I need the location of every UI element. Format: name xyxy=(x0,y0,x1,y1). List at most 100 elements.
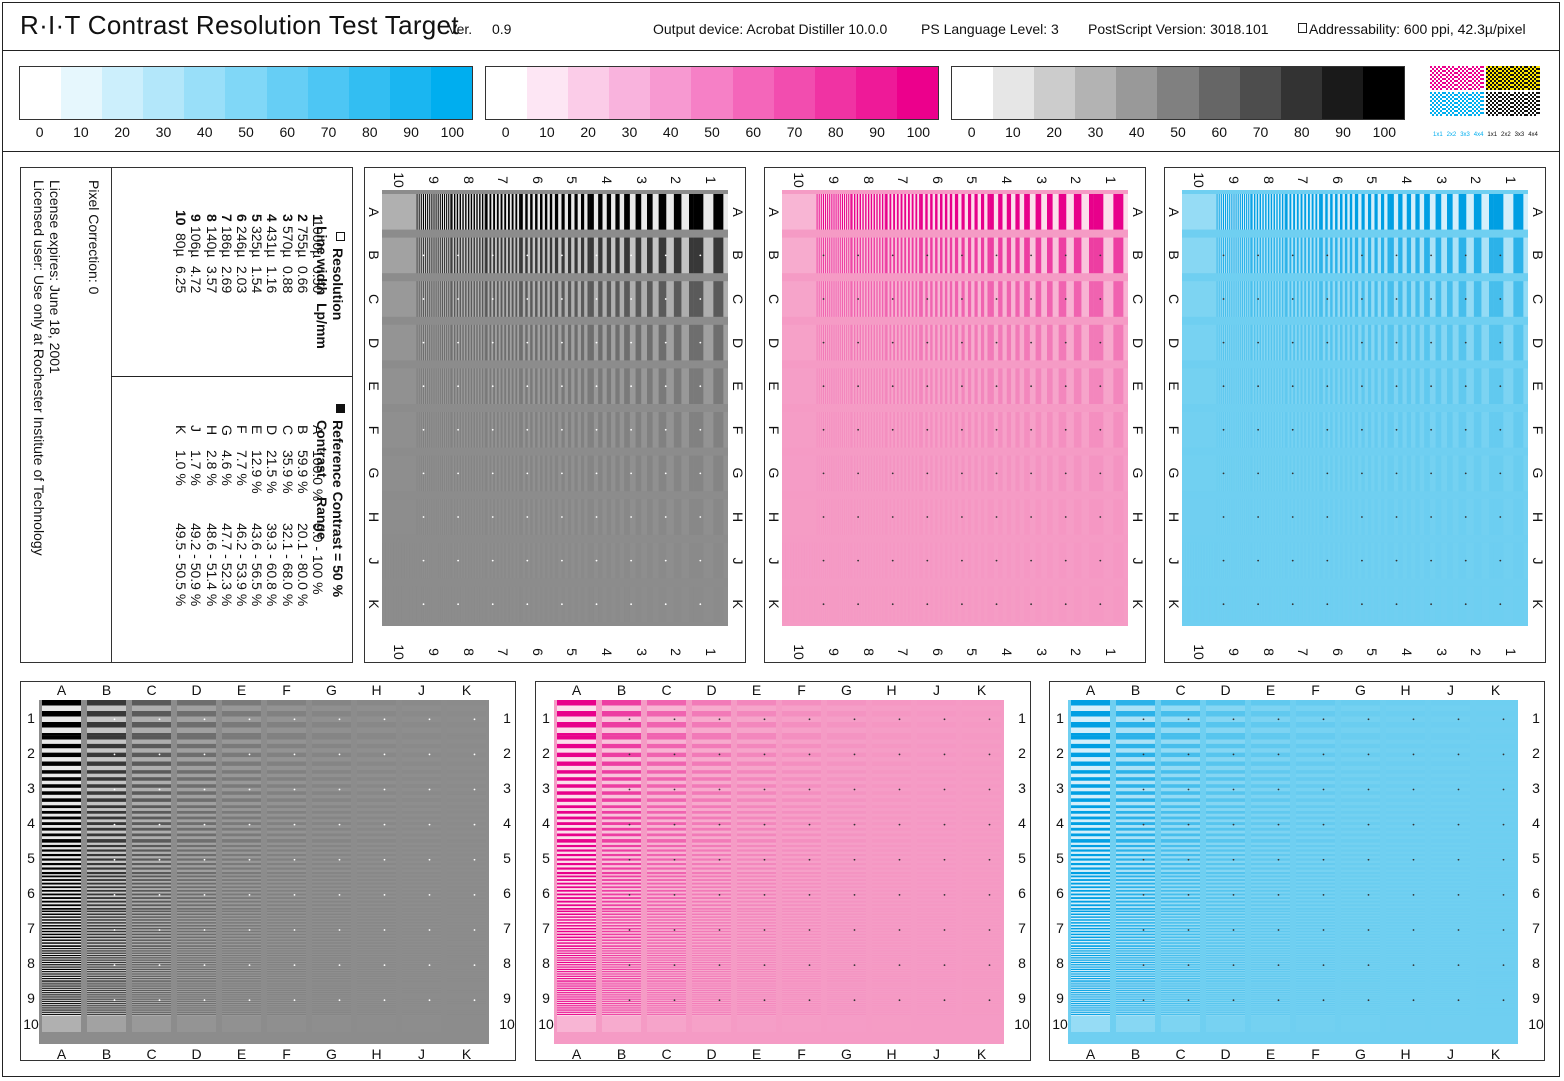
bar xyxy=(436,368,438,404)
bar xyxy=(571,586,575,622)
row-label: F xyxy=(366,425,382,435)
resolution-row-lpmm: 2.69 xyxy=(218,266,235,294)
bar xyxy=(465,586,467,622)
bar xyxy=(615,194,620,230)
bar-group xyxy=(955,499,990,535)
bar xyxy=(800,586,802,622)
row-label: G xyxy=(730,467,746,479)
bar xyxy=(820,586,822,622)
bar xyxy=(935,542,938,579)
bar xyxy=(484,499,486,535)
pixel-patch-cell xyxy=(1430,74,1432,76)
bar xyxy=(833,237,835,274)
bar xyxy=(859,324,861,361)
bar xyxy=(487,281,490,317)
pixel-patch-cell xyxy=(1436,76,1438,78)
bar xyxy=(1002,324,1007,361)
pixel-patch-cell xyxy=(1520,66,1522,68)
bar xyxy=(647,412,653,448)
pixel-patch-cell xyxy=(1526,114,1528,116)
pixel-patch-cell xyxy=(1456,74,1458,76)
cyan-tone-label: 100 xyxy=(440,124,465,140)
bar xyxy=(703,194,714,230)
pixel-patch-cell xyxy=(1538,76,1540,78)
bar xyxy=(862,237,864,274)
bar xyxy=(913,368,916,404)
bar xyxy=(455,194,457,230)
pixel-patch-cell xyxy=(1532,92,1534,94)
bar xyxy=(571,194,575,230)
bar xyxy=(420,455,422,492)
bar xyxy=(465,455,467,492)
bar xyxy=(511,281,514,317)
pixel-patch-cell xyxy=(1502,114,1504,116)
pixel-patch-cell xyxy=(1490,96,1492,98)
pixel-patch-cell xyxy=(1466,88,1468,90)
bar xyxy=(1103,499,1114,535)
pixel-patch-cell xyxy=(1444,100,1446,102)
bar xyxy=(829,455,831,492)
pixel-patch-cell xyxy=(1522,88,1524,90)
bar xyxy=(873,194,875,230)
pixel-patch-cell xyxy=(1526,76,1528,78)
column-label: 10 xyxy=(391,644,408,660)
bar xyxy=(1006,281,1012,317)
pixel-patch-cell xyxy=(1444,106,1446,108)
pixel-patch-cell xyxy=(1494,88,1496,90)
pixel-patch-cell xyxy=(1516,84,1518,86)
bar xyxy=(980,455,985,492)
pixel-patch-cell xyxy=(1456,68,1458,70)
bar-group xyxy=(624,499,659,535)
bar xyxy=(652,412,659,448)
bar xyxy=(598,194,603,230)
bar xyxy=(884,368,886,404)
bar xyxy=(942,586,945,622)
bar xyxy=(958,542,962,579)
bar xyxy=(436,455,438,492)
bar xyxy=(790,542,792,579)
bar xyxy=(502,499,505,535)
bar xyxy=(606,194,612,230)
bar xyxy=(908,194,910,230)
pixel-patch-cell xyxy=(1474,112,1476,114)
bar xyxy=(1236,237,1238,274)
bar xyxy=(440,412,442,448)
bar xyxy=(809,542,810,579)
bar xyxy=(493,194,496,230)
bar xyxy=(898,281,901,317)
bar xyxy=(930,281,933,317)
bar xyxy=(837,368,839,404)
bar xyxy=(1361,194,1365,230)
pixel-patch-cell xyxy=(1500,68,1502,70)
pixel-patch-cell xyxy=(1458,100,1460,102)
bar xyxy=(1296,194,1299,230)
bar xyxy=(647,194,653,230)
bar xyxy=(489,281,492,317)
pixel-patch-cell xyxy=(1454,92,1456,94)
bar-group xyxy=(1058,586,1094,622)
bar xyxy=(958,455,962,492)
bar xyxy=(1015,281,1020,317)
bar xyxy=(1113,237,1124,274)
pixel-patch-cell xyxy=(1438,96,1440,98)
bar xyxy=(842,281,845,317)
pixel-patch-cell xyxy=(1526,70,1528,72)
pixel-patch-cell xyxy=(1528,92,1530,94)
bar xyxy=(867,455,870,492)
pixel-patch-cell xyxy=(1446,108,1448,110)
bar xyxy=(842,324,845,361)
pixel-patch-cell xyxy=(1480,70,1482,72)
contrast-row-value: 7.7 % xyxy=(234,450,250,486)
bar xyxy=(987,368,990,404)
pixel-patch-cell xyxy=(1508,102,1510,104)
bar xyxy=(444,368,446,404)
pixel-patch-cell xyxy=(1506,82,1508,84)
pixel-patch-cell xyxy=(1462,114,1464,116)
pixel-patch-cell xyxy=(1532,88,1534,90)
pixel-patch-cell xyxy=(1536,86,1538,88)
pixel-patch-cell xyxy=(1480,78,1482,80)
bar xyxy=(827,499,829,535)
bar xyxy=(469,455,471,492)
pixel-patch-cell xyxy=(1430,82,1432,84)
bar xyxy=(451,455,453,492)
